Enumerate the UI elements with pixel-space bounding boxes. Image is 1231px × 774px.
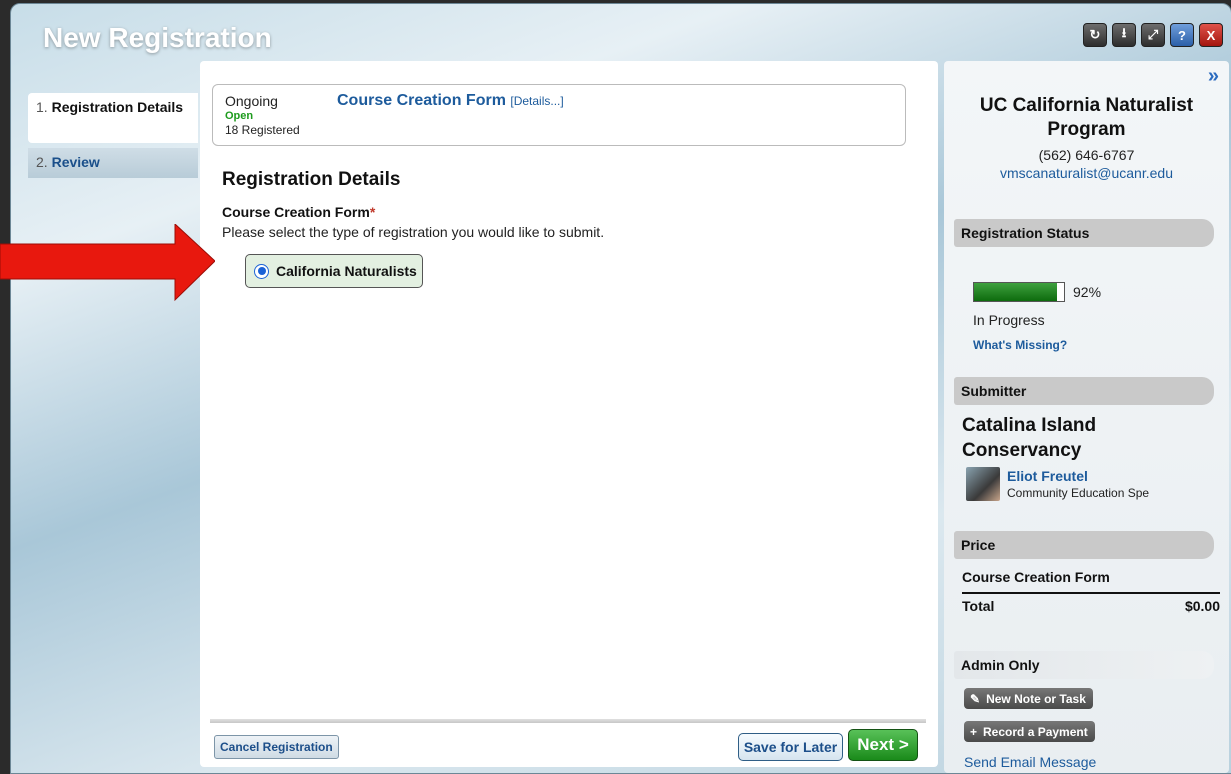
window-controls: ↻ ⭳ ⤢ ? X (1083, 23, 1223, 47)
field-label-text: Course Creation Form (222, 204, 370, 220)
next-button[interactable]: Next > (848, 729, 918, 761)
send-email-link[interactable]: Send Email Message (964, 754, 1096, 770)
refresh-icon[interactable]: ↻ (1083, 23, 1107, 47)
organization-name: UC California Naturalist Program (979, 95, 1194, 140)
required-mark: * (369, 204, 376, 220)
total-divider (962, 592, 1220, 594)
save-for-later-button[interactable]: Save for Later (738, 733, 843, 761)
progress-fill (974, 283, 1057, 301)
footer-divider (210, 719, 926, 723)
whats-missing-link[interactable]: What's Missing? (973, 338, 1067, 352)
step-label: Registration Details (51, 99, 184, 115)
progress-percent: 92% (1073, 284, 1102, 300)
section-title: Registration Details (222, 169, 401, 190)
option-label: California Naturalists (276, 263, 417, 279)
total-value: $0.00 (1184, 598, 1220, 614)
step-registration-details[interactable]: 1. Registration Details (28, 93, 198, 143)
step-number: 1. (36, 99, 48, 115)
step-review[interactable]: 2. Review (28, 148, 198, 178)
record-payment-label: Record a Payment (983, 724, 1088, 739)
organization-phone: (562) 646-6767 (1038, 147, 1135, 163)
plus-icon: + (970, 724, 978, 739)
download-icon[interactable]: ⭳ (1112, 23, 1136, 47)
help-icon[interactable]: ? (1170, 23, 1194, 47)
progress-bar (973, 282, 1065, 302)
course-title-text: Course Creation Form (337, 92, 506, 109)
registered-count: 18 Registered (225, 123, 300, 137)
course-title: Course Creation Form [Details...] (337, 92, 564, 110)
close-icon[interactable]: X (1199, 23, 1223, 47)
window-title: New Registration (43, 22, 272, 53)
price-header: Price (954, 531, 1214, 559)
submitter-name[interactable]: Eliot Freutel (1007, 468, 1088, 484)
step-label: Review (51, 154, 100, 170)
collapse-chevron-icon[interactable]: » (1208, 65, 1219, 88)
submitter-role: Community Education Spe (1007, 486, 1150, 500)
registration-status-header: Registration Status (954, 219, 1214, 247)
red-arrow-annotation (0, 224, 215, 302)
step-number: 2. (36, 154, 48, 170)
schedule-status: Ongoing (225, 93, 278, 109)
open-status: Open (225, 110, 254, 122)
field-label: Course Creation Form* (222, 204, 375, 220)
submitter-organization: Catalina Island Conservancy (962, 415, 1097, 461)
registration-type-option[interactable]: California Naturalists (245, 254, 423, 288)
note-icon: ✎ (970, 691, 981, 706)
details-link[interactable]: [Details...] (510, 94, 563, 108)
price-item: Course Creation Form (962, 569, 1110, 585)
admin-header: Admin Only (954, 651, 1214, 679)
registration-window: New Registration ↻ ⭳ ⤢ ? X 1. Registrati… (10, 3, 1231, 774)
total-label: Total (962, 598, 995, 614)
new-note-label: New Note or Task (986, 691, 1086, 706)
radio-button[interactable] (254, 263, 269, 279)
new-note-button[interactable]: ✎ New Note or Task (964, 688, 1093, 709)
status-text: In Progress (973, 312, 1045, 328)
organization-email[interactable]: vmscanaturalist@ucanr.edu (944, 165, 1229, 181)
avatar (966, 467, 1000, 501)
cancel-registration-button[interactable]: Cancel Registration (214, 735, 339, 759)
record-payment-button[interactable]: + Record a Payment (964, 721, 1095, 742)
field-description: Please select the type of registration y… (222, 224, 605, 240)
step-list: 1. Registration Details 2. Review (28, 93, 198, 178)
sidebar: » UC California Naturalist Program (562)… (944, 61, 1229, 773)
submitter-header: Submitter (954, 377, 1214, 405)
expand-icon[interactable]: ⤢ (1141, 23, 1165, 47)
main-panel: Ongoing Open 18 Registered Course Creati… (200, 61, 938, 767)
course-info-box: Ongoing Open 18 Registered Course Creati… (212, 84, 906, 146)
